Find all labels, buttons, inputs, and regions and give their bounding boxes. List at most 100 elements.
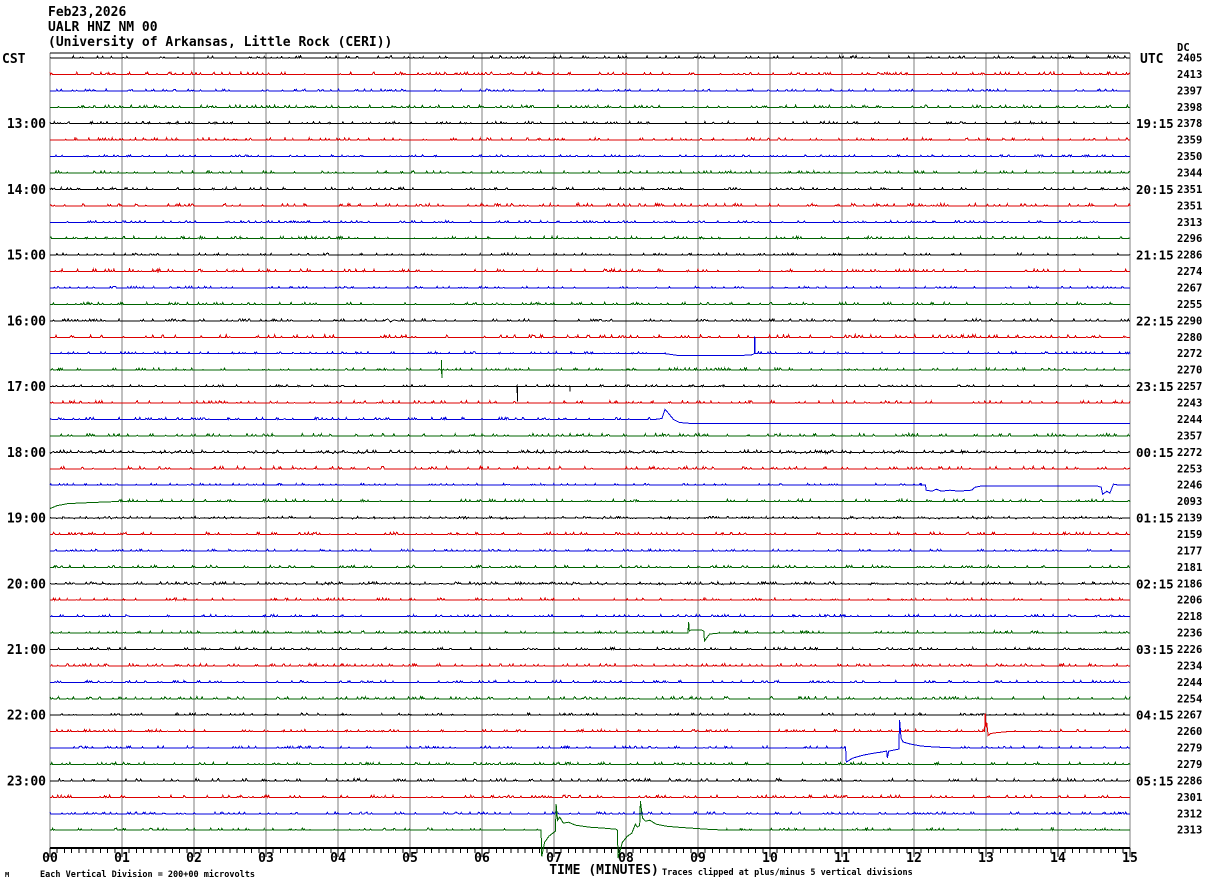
x-tick-label: 14 xyxy=(1050,851,1066,866)
dc-offset-value: 2398 xyxy=(1177,102,1202,114)
cst-time-label: 22:00 xyxy=(7,709,46,724)
seismogram-trace xyxy=(50,662,1130,668)
dc-offset-value: 2267 xyxy=(1177,710,1202,722)
dc-offset-value: 2296 xyxy=(1177,233,1202,245)
dc-offset-value: 2254 xyxy=(1177,693,1202,705)
dc-offset-value: 2397 xyxy=(1177,85,1202,97)
x-tick-label: 06 xyxy=(474,851,490,866)
cst-time-label: 20:00 xyxy=(7,577,46,592)
dc-offset-value: 2181 xyxy=(1177,562,1202,574)
seismogram-trace xyxy=(50,760,1131,766)
clip-note: Traces clipped at plus/minus 5 vertical … xyxy=(662,867,913,878)
seismogram-trace xyxy=(49,120,1130,125)
dc-offset-value: 2236 xyxy=(1177,628,1202,640)
dc-offset-value: 2350 xyxy=(1177,151,1202,163)
dc-offset-value: 2186 xyxy=(1177,578,1202,590)
seismogram-trace xyxy=(50,136,1130,142)
dc-offset-value: 2279 xyxy=(1177,743,1202,755)
station-label: UALR HNZ NM 00 xyxy=(48,20,158,35)
seismogram-trace xyxy=(50,564,1130,569)
left-timezone-label: CST xyxy=(2,52,26,67)
seismogram-trace xyxy=(50,793,1130,799)
seismogram-trace xyxy=(50,317,1130,323)
seismogram-trace xyxy=(50,336,1131,357)
utc-time-label: 02:15 xyxy=(1136,576,1174,591)
x-tick-label: 04 xyxy=(330,851,346,866)
dc-offset-value: 2378 xyxy=(1177,118,1202,130)
dc-offset-value: 2243 xyxy=(1177,398,1202,410)
trace-row-labels: 00 01 02 03 04 05 06 07 08 09 10 11 12 13 14 1524052413… xyxy=(7,53,1202,867)
dc-offset-value: 2301 xyxy=(1177,792,1202,804)
seismogram-trace xyxy=(49,810,1130,815)
cst-time-label: 16:00 xyxy=(7,314,46,329)
dc-offset-value: 2272 xyxy=(1177,447,1202,459)
x-tick-label: 12 xyxy=(906,851,922,866)
seismogram-trace xyxy=(50,713,1130,737)
x-tick-label: 09 xyxy=(690,851,706,866)
utc-time-label: 19:15 xyxy=(1136,116,1174,131)
x-tick-label: 15 xyxy=(1122,851,1138,866)
cst-time-label: 21:00 xyxy=(7,643,46,658)
seismogram-trace xyxy=(49,186,1130,191)
seismogram-trace xyxy=(50,153,1130,158)
seismogram-trace xyxy=(50,333,1130,339)
dc-offset-value: 2413 xyxy=(1177,69,1202,81)
utc-time-label: 01:15 xyxy=(1136,511,1174,526)
seismogram-trace xyxy=(49,695,1131,701)
utc-time-label: 03:15 xyxy=(1136,642,1174,657)
x-tick-label: 13 xyxy=(978,851,994,866)
seismogram-trace xyxy=(50,360,1131,379)
seismogram-trace xyxy=(49,54,1130,60)
seismogram-trace xyxy=(50,383,1130,402)
dc-offset-value: 2246 xyxy=(1177,480,1202,492)
dc-offset-value: 2312 xyxy=(1177,808,1202,820)
dc-offset-value: 2093 xyxy=(1177,496,1202,508)
dc-offset-value: 2257 xyxy=(1177,381,1202,393)
seismogram-trace xyxy=(50,720,1130,763)
dc-offset-value: 2159 xyxy=(1177,529,1202,541)
dc-offset-value: 2244 xyxy=(1177,677,1202,689)
dc-offset-value: 2234 xyxy=(1177,660,1202,672)
cst-time-label: 18:00 xyxy=(7,446,46,461)
helicorder-plot: Feb23,2026 UALR HNZ NM 00 (University of… xyxy=(2,5,1202,880)
dc-offset-value: 2359 xyxy=(1177,135,1202,147)
dc-offset-value: 2279 xyxy=(1177,759,1202,771)
seismogram-trace xyxy=(50,777,1131,783)
seismogram-trace xyxy=(50,219,1130,224)
dc-offset-value: 2274 xyxy=(1177,266,1202,278)
x-axis-title: TIME (MINUTES) xyxy=(549,863,659,878)
seismogram-trace xyxy=(49,448,1131,455)
seismogram-trace xyxy=(50,596,1130,602)
x-tick-label: 11 xyxy=(834,851,850,866)
seismogram-trace xyxy=(50,285,1130,289)
seismogram-traces xyxy=(49,54,1131,859)
seismogram-trace xyxy=(50,87,1130,92)
cst-time-label: 15:00 xyxy=(7,249,46,264)
dc-offset-value: 2255 xyxy=(1177,299,1202,311)
dc-offset-value: 2357 xyxy=(1177,430,1202,442)
dc-offset-value: 2280 xyxy=(1177,332,1202,344)
dc-offset-value: 2286 xyxy=(1177,775,1202,787)
seismogram-trace xyxy=(49,515,1130,521)
dc-offset-value: 2313 xyxy=(1177,217,1202,229)
dc-offset-value: 2253 xyxy=(1177,463,1202,475)
seismogram-trace xyxy=(50,711,1130,717)
seismogram-trace xyxy=(50,251,1131,257)
seismogram-trace xyxy=(50,613,1130,618)
cst-time-label: 19:00 xyxy=(7,512,46,527)
dc-offset-value: 2290 xyxy=(1177,315,1202,327)
dc-offset-value: 2226 xyxy=(1177,644,1202,656)
seismogram-trace xyxy=(50,548,1130,552)
seismogram-trace xyxy=(49,580,1131,586)
x-tick-label: 01 xyxy=(114,851,130,866)
seismogram-trace xyxy=(50,464,1131,471)
corner-mark: M xyxy=(5,871,9,879)
utc-time-label: 22:15 xyxy=(1136,313,1174,328)
x-tick-label: 10 xyxy=(762,851,778,866)
cst-time-label: 14:00 xyxy=(7,183,46,198)
date-label: Feb23,2026 xyxy=(48,5,126,20)
dc-offset-value: 2244 xyxy=(1177,414,1202,426)
scale-note: Each Vertical Division = 200+00 microvol… xyxy=(40,869,255,880)
seismogram-trace xyxy=(50,679,1130,684)
seismogram-trace xyxy=(49,70,1131,76)
